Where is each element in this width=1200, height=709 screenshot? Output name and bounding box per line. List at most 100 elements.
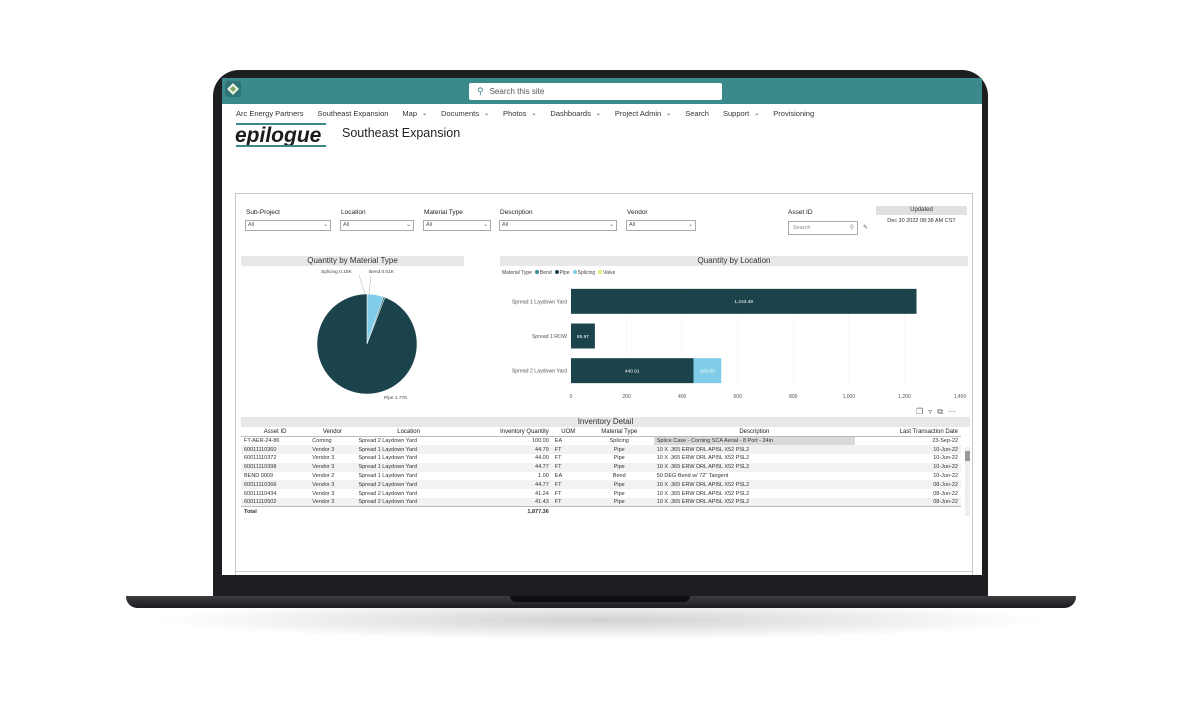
description-select[interactable]: All ⌄ (499, 220, 617, 231)
chevron-down-icon: ⌄ (483, 110, 490, 117)
table-cell: 10 X .365 ERW DRL API5L X52 PSL2 (653, 480, 855, 490)
table-row[interactable]: BEND 0009 Vendor 2 Spread 1 Laydown Yard 1.… (241, 472, 961, 481)
bar-chart-title: Quantity by Location (500, 256, 968, 266)
nav-item-dashboards[interactable]: Dashboards ⌄ (550, 107, 600, 119)
chevron-down-icon: ⌄ (531, 110, 537, 117)
table-body: FT-AER-24-86 Corning Spread 2 Laydown Yard… (241, 436, 961, 516)
copy-icon[interactable]: ❐ (916, 407, 923, 417)
eraser-icon[interactable]: ✎ (863, 224, 868, 231)
subproject-value: All (248, 222, 255, 228)
app-logo-icon[interactable] (225, 81, 241, 97)
site-navigation: Arc Energy Partners Southeast Expansion Ma… (236, 107, 828, 119)
filter-label-asset-id: Asset ID (788, 209, 813, 216)
table-cell: Pipe (613, 490, 625, 497)
table-title: Inventory Detail (241, 417, 970, 427)
table-cell: Spread 1 Laydown Yard (355, 445, 462, 455)
subproject-select[interactable]: All ⌄ (245, 220, 331, 231)
table-header-row: Asset ID Vendor Location Inventory Quantity… (241, 428, 961, 437)
asset-id-search-input[interactable]: Search ⚲ (788, 221, 858, 235)
bar-chart[interactable]: 0 200 400 600 800 1,000 1,200 1,400 Spread 1 Lay… (500, 266, 970, 406)
nav-item-project-admin[interactable]: Project Admin ⌄ (615, 107, 671, 119)
column-header[interactable]: Location (355, 428, 462, 437)
filter-label-material: Material Type (424, 209, 463, 216)
filter-icon[interactable]: ▿ (928, 407, 932, 417)
table-cell: 44.79 (461, 445, 552, 455)
pie-chart-title: Quantity by Material Type (241, 256, 464, 266)
table-row[interactable]: 60011110372 Vendor 3 Spread 1 Laydown Yard… (241, 454, 961, 463)
table-cell: Pipe (584, 480, 654, 490)
table-cell: 10-Jun-22 (854, 462, 961, 472)
total-cell (551, 506, 585, 516)
nav-item-label: Project Admin (614, 108, 662, 118)
chevron-down-icon: ⌄ (608, 222, 614, 228)
laptop-mockup: ⚲ Search this site Arc Energy Partners So… (0, 0, 1200, 709)
column-header[interactable]: Material Type (584, 428, 654, 437)
table-cell: 41.43 (461, 498, 552, 507)
more-options-icon[interactable]: ⋯ (948, 407, 956, 417)
total-cell (355, 506, 462, 516)
table-cell: Spread 1 Laydown Yard (358, 473, 417, 480)
table-cell: 10-Jun-22 (854, 445, 961, 455)
table-cell: 10 X .365 ERW DRL API5L X52 PSL2 (653, 498, 855, 507)
nav-item-southeast-expansion[interactable]: Southeast Expansion (318, 107, 389, 119)
nav-item-label: Dashboards (550, 108, 591, 118)
column-header[interactable]: Last Transaction Date (854, 428, 961, 437)
vendor-select[interactable]: All ⌄ (626, 220, 696, 231)
x-tick-label: 1,400 (954, 394, 967, 400)
column-header[interactable]: UOM (551, 428, 585, 437)
scrollbar-thumb[interactable] (965, 451, 970, 461)
column-header[interactable]: Vendor (309, 428, 356, 437)
column-header[interactable]: Description (653, 428, 855, 437)
total-cell: 1,877.36 (461, 506, 552, 516)
nav-item-provisioning[interactable]: Provisioning (773, 107, 814, 119)
table-cell: 10 X .365 ERW DRL API5L X52 PSL2 (653, 445, 855, 455)
table-cell: Spread 2 Laydown Yard (358, 490, 417, 497)
table-row[interactable]: 60011110502 Vendor 3 Spread 2 Laydown Yard… (241, 498, 961, 507)
table-cell: 1.00 (538, 473, 549, 480)
bar-data-label: 100.00 (700, 368, 715, 374)
table-scrollbar[interactable] (965, 447, 970, 516)
site-title: Southeast Expansion (342, 126, 461, 140)
nav-item-label: Support (722, 108, 750, 118)
table-cell: Vendor 3 (309, 498, 356, 507)
x-tick-label: 1,200 (898, 394, 911, 400)
suite-bar: ⚲ Search this site (222, 78, 982, 104)
table-row[interactable]: 60011110360 Vendor 3 Spread 1 Laydown Yard… (241, 445, 961, 455)
table-cell: FT (554, 490, 562, 497)
table-cell: Vendor 2 (312, 473, 335, 480)
table-cell: Pipe (613, 455, 625, 462)
table-cell: 44.77 (461, 462, 552, 472)
column-header[interactable]: Asset ID (241, 428, 310, 437)
nav-item-documents[interactable]: Documents ⌄ (441, 107, 489, 119)
table-row[interactable]: 60011110366 Vendor 3 Spread 2 Laydown Yard… (241, 480, 961, 490)
pie-slice-pipe[interactable] (316, 293, 418, 395)
report-page-tabs (235, 571, 973, 575)
nav-item-search[interactable]: Search (685, 107, 709, 119)
column-header[interactable]: Inventory Quantity (461, 428, 552, 437)
table-cell: 10-Jun-22 (933, 455, 958, 462)
pie-leader-line (368, 274, 372, 295)
table-row[interactable]: 60011110434 Vendor 3 Spread 2 Laydown Yard… (241, 489, 961, 498)
table-row[interactable]: 60011110398 Vendor 3 Spread 1 Laydown Yard… (241, 462, 961, 472)
table-cell: 60011110398 (241, 462, 310, 472)
search-placeholder: Search this site (489, 87, 545, 96)
site-search-input[interactable]: ⚲ Search this site (469, 83, 722, 100)
table-cell: 41.24 (535, 490, 549, 497)
material-type-select[interactable]: All ⌄ (423, 220, 491, 231)
location-select[interactable]: All ⌄ (340, 220, 414, 231)
nav-item-photos[interactable]: Photos ⌄ (503, 107, 536, 119)
location-value: All (343, 222, 350, 228)
total-cell: Total (241, 506, 310, 516)
pie-chart[interactable]: Splicing 0.10K Bend 0.01K Pipe 1.77K (241, 266, 464, 406)
nav-item-arc-energy-partners[interactable]: Arc Energy Partners (236, 107, 304, 119)
table-cell: Vendor 3 (312, 490, 335, 497)
laptop-notch (510, 596, 690, 602)
nav-item-support[interactable]: Support ⌄ (723, 107, 759, 119)
table-row[interactable]: FT-AER-24-86 Corning Spread 2 Laydown Yard… (241, 436, 961, 446)
nav-item-map[interactable]: Map ⌄ (402, 107, 427, 119)
table-cell: 44.77 (461, 480, 552, 490)
focus-mode-icon[interactable]: ⧉ (937, 407, 943, 417)
table-cell: Splice Case - Corning SCA Aerial - 8 Por… (653, 436, 855, 446)
table-cell: Spread 2 Laydown Yard (355, 480, 462, 490)
epilogue-logo[interactable]: epilogue (234, 120, 329, 150)
